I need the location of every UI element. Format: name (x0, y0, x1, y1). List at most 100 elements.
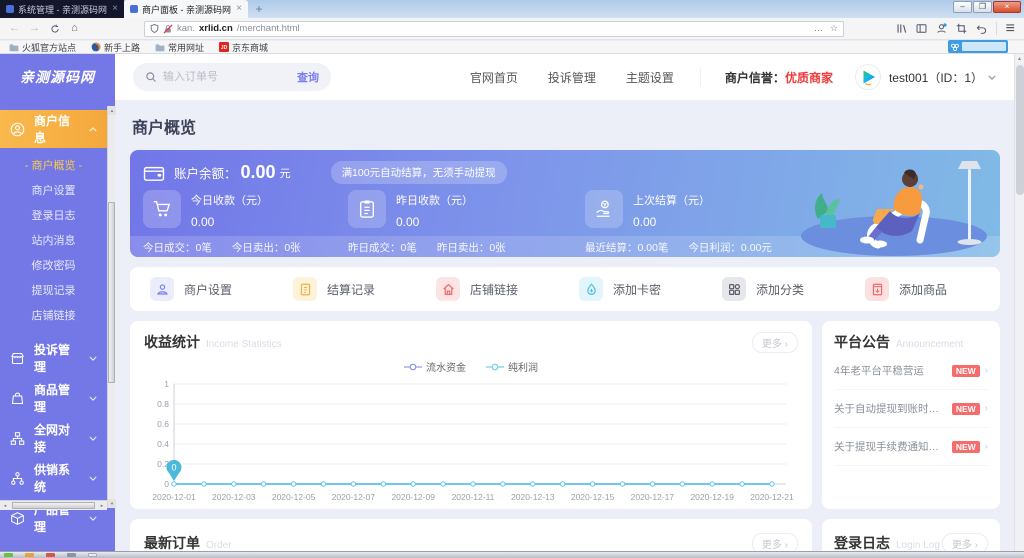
sidebar-group-merchant-info[interactable]: 商户信息 (0, 110, 107, 148)
announcement-item[interactable]: 关于提现手续费通知必看 NEW › (834, 428, 988, 466)
scrollbar-thumb[interactable] (108, 202, 115, 383)
scroll-right-icon[interactable]: ► (97, 504, 107, 508)
stat-value: 0.00 (396, 215, 473, 229)
taskbar-item[interactable] (46, 553, 55, 557)
card-title: 收益统计 (144, 332, 200, 352)
taskbar-item[interactable] (4, 553, 13, 557)
sidebar-toggle-icon[interactable] (916, 23, 927, 34)
nav-link-home[interactable]: 官网首页 (470, 69, 518, 86)
bookmark-item[interactable]: 新手上路 (91, 41, 140, 54)
svg-text:0: 0 (164, 479, 169, 489)
tab-title: 商户面板 - 亲测源码网 www.q (142, 3, 232, 16)
shield-icon[interactable] (150, 24, 159, 33)
header-nav: 官网首页 投诉管理 主题设置 商户信誉： 优质商家 test001（ID：1） (440, 64, 996, 90)
home-icon[interactable]: ⌂ (67, 21, 82, 36)
forward-icon[interactable]: → (27, 21, 42, 36)
sidebar-group[interactable]: 供销系统 (0, 459, 107, 497)
search-input[interactable] (163, 71, 291, 83)
card-title: 登录日志 (834, 533, 890, 551)
browser-extension-widget[interactable] (948, 40, 1008, 53)
sidebar-submenu-item[interactable]: 修改密码 (0, 254, 107, 279)
quick-action-settlement-records[interactable]: 结算记录 (279, 277, 422, 301)
legend-item[interactable]: 纯利润 (486, 359, 538, 374)
library-icon[interactable] (896, 23, 907, 34)
bookmark-item[interactable]: 常用网址 (155, 41, 204, 54)
user-circle-icon (10, 122, 25, 137)
sidebar-submenu-item[interactable]: 提现记录 (0, 279, 107, 304)
sidebar-submenu-item[interactable]: - 商户概览 - (0, 154, 107, 179)
more-button[interactable]: 更多 › (752, 332, 798, 353)
sidebar-group[interactable]: 商品管理 (0, 379, 107, 417)
browser-scrollbar[interactable]: ▲ (1014, 54, 1024, 551)
supply-icon (10, 471, 25, 486)
sidebar-submenu-item[interactable]: 店铺链接 (0, 304, 107, 329)
sidebar-horizontal-scrollbar[interactable]: ◄ ► (0, 500, 107, 510)
page-actions-icon[interactable]: … (814, 24, 823, 33)
scroll-down-icon[interactable]: ▼ (108, 499, 116, 508)
window-maximize-icon[interactable]: ❐ (973, 1, 992, 13)
clipboard-icon (348, 190, 386, 228)
taskbar-item[interactable] (25, 553, 34, 557)
browser-tab-inactive[interactable]: 系统管理 - 亲测源码网 www.q × (0, 0, 124, 18)
quick-action-merchant-settings[interactable]: 商户设置 (136, 277, 279, 301)
firefox-icon (91, 42, 101, 52)
menu-icon[interactable]: ≡ (1006, 21, 1015, 37)
stat-label: 今日收款（元） (191, 192, 268, 208)
tab-close-icon[interactable]: × (236, 4, 242, 14)
bookmark-item[interactable]: JD 京东商城 (219, 41, 268, 54)
sidebar-submenu-item[interactable]: 登录日志 (0, 204, 107, 229)
taskbar-item[interactable] (67, 553, 76, 557)
cart-icon (143, 190, 181, 228)
more-button[interactable]: 更多 › (942, 533, 988, 551)
url-bar[interactable]: kan.xrlid.cn/merchant.html … ☆ (144, 21, 844, 37)
scrollbar-thumb[interactable] (1016, 65, 1024, 195)
scroll-up-icon[interactable]: ▲ (1015, 54, 1024, 64)
scroll-up-icon[interactable]: ▲ (108, 106, 116, 115)
sidebar-group[interactable]: 投诉管理 (0, 339, 107, 377)
search-button[interactable]: 查询 (297, 69, 319, 85)
quick-action-label: 店铺链接 (470, 281, 518, 298)
quick-action-shop-link[interactable]: 店铺链接 (422, 277, 565, 301)
window-minimize-icon[interactable]: – (953, 1, 972, 13)
tab-title: 系统管理 - 亲测源码网 www.q (18, 3, 108, 16)
quick-action-add-product[interactable]: 添加商品 (851, 277, 994, 301)
page-viewport: 亲测源码网 商户信息 - 商户概览 -商户设置登录日志站内消息修改密码提现记录店… (0, 54, 1014, 551)
login-log-card: 登录日志 Login Log 更多 › (822, 519, 1000, 551)
chevron-down-icon[interactable] (988, 75, 996, 80)
announcement-item[interactable]: 关于自动提现到账时间通知必看 NEW › (834, 390, 988, 428)
announcement-item[interactable]: 4年老平台平稳营运 NEW › (834, 352, 988, 390)
nav-link-theme[interactable]: 主题设置 (626, 69, 674, 86)
bookmark-star-icon[interactable]: ☆ (830, 24, 838, 33)
window-close-icon[interactable]: × (993, 1, 1021, 13)
windows-taskbar[interactable] (0, 551, 1024, 558)
stat-label: 昨日收款（元） (396, 192, 473, 208)
username[interactable]: test001（ID：1） (889, 69, 983, 86)
card-subtitle: Login Log (896, 540, 940, 551)
sidebar-submenu-item[interactable]: 商户设置 (0, 179, 107, 204)
nav-link-complaints[interactable]: 投诉管理 (548, 69, 596, 86)
refresh-icon[interactable] (47, 21, 62, 36)
bookmark-item[interactable]: 火狐官方站点 (9, 41, 76, 54)
sidebar-submenu-item[interactable]: 站内消息 (0, 229, 107, 254)
scrollbar-thumb[interactable] (12, 502, 95, 509)
taskbar-item[interactable] (88, 553, 97, 557)
legend-item[interactable]: 流水资金 (404, 359, 466, 374)
insecure-lock-icon[interactable] (163, 24, 173, 34)
undo-icon[interactable] (976, 23, 987, 34)
new-tab-icon[interactable]: + (248, 0, 270, 18)
site-logo[interactable]: 亲测源码网 (0, 54, 115, 100)
account-icon[interactable] (936, 23, 947, 34)
sidebar-group[interactable]: 全网对接 (0, 419, 107, 457)
quick-action-add-category[interactable]: 添加分类 (708, 277, 851, 301)
browser-tab-active[interactable]: 商户面板 - 亲测源码网 www.q × (124, 0, 248, 18)
stat-today-income: 今日收款（元） 0.00 (143, 190, 268, 229)
quick-action-label: 结算记录 (327, 281, 375, 298)
tab-close-icon[interactable]: × (112, 4, 118, 14)
scroll-left-icon[interactable]: ◄ (0, 504, 10, 508)
back-icon[interactable]: ← (7, 21, 22, 36)
sidebar-vertical-scrollbar[interactable]: ▲ ▼ (107, 106, 115, 508)
avatar[interactable] (855, 64, 881, 90)
quick-action-add-card-key[interactable]: 添加卡密 (565, 277, 708, 301)
extension-input[interactable] (962, 42, 1006, 51)
more-button[interactable]: 更多 › (752, 533, 798, 551)
